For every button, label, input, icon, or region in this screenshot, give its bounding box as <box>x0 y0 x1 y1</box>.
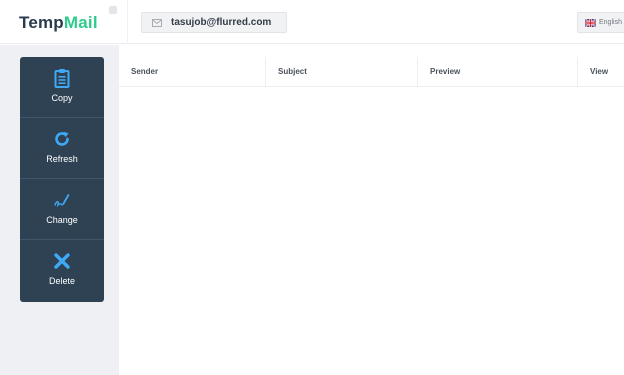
action-panel: Copy Refresh Change Delete <box>20 57 104 302</box>
copy-button[interactable]: Copy <box>20 57 104 118</box>
refresh-label: Refresh <box>46 154 78 164</box>
table-header: Sender Subject Preview View <box>119 57 624 87</box>
envelope-icon <box>152 18 162 27</box>
refresh-icon <box>53 129 71 149</box>
header: TempMail tasujob@flurred.com English <box>0 0 624 44</box>
column-header-preview[interactable]: Preview <box>417 57 577 87</box>
change-label: Change <box>46 215 78 225</box>
logo-mail: Mail <box>63 13 98 32</box>
uk-flag-icon <box>585 18 596 27</box>
header-divider <box>127 0 128 44</box>
inbox-table: Sender Subject Preview View <box>119 57 624 375</box>
email-address: tasujob@flurred.com <box>171 16 272 28</box>
column-header-view[interactable]: View <box>577 57 624 87</box>
delete-button[interactable]: Delete <box>20 240 104 301</box>
logo-badge-icon <box>109 6 117 14</box>
logo-temp: Temp <box>19 13 64 32</box>
email-address-field[interactable]: tasujob@flurred.com <box>141 12 287 33</box>
language-label: English <box>599 19 622 26</box>
change-button[interactable]: Change <box>20 179 104 240</box>
logo[interactable]: TempMail <box>19 13 98 33</box>
column-header-subject[interactable]: Subject <box>265 57 417 87</box>
pen-icon <box>53 190 71 210</box>
refresh-button[interactable]: Refresh <box>20 118 104 179</box>
copy-label: Copy <box>51 93 73 103</box>
clipboard-icon <box>54 68 70 88</box>
language-selector[interactable]: English <box>577 12 624 33</box>
close-icon <box>53 251 71 271</box>
delete-label: Delete <box>48 276 75 286</box>
column-header-sender[interactable]: Sender <box>119 57 265 87</box>
